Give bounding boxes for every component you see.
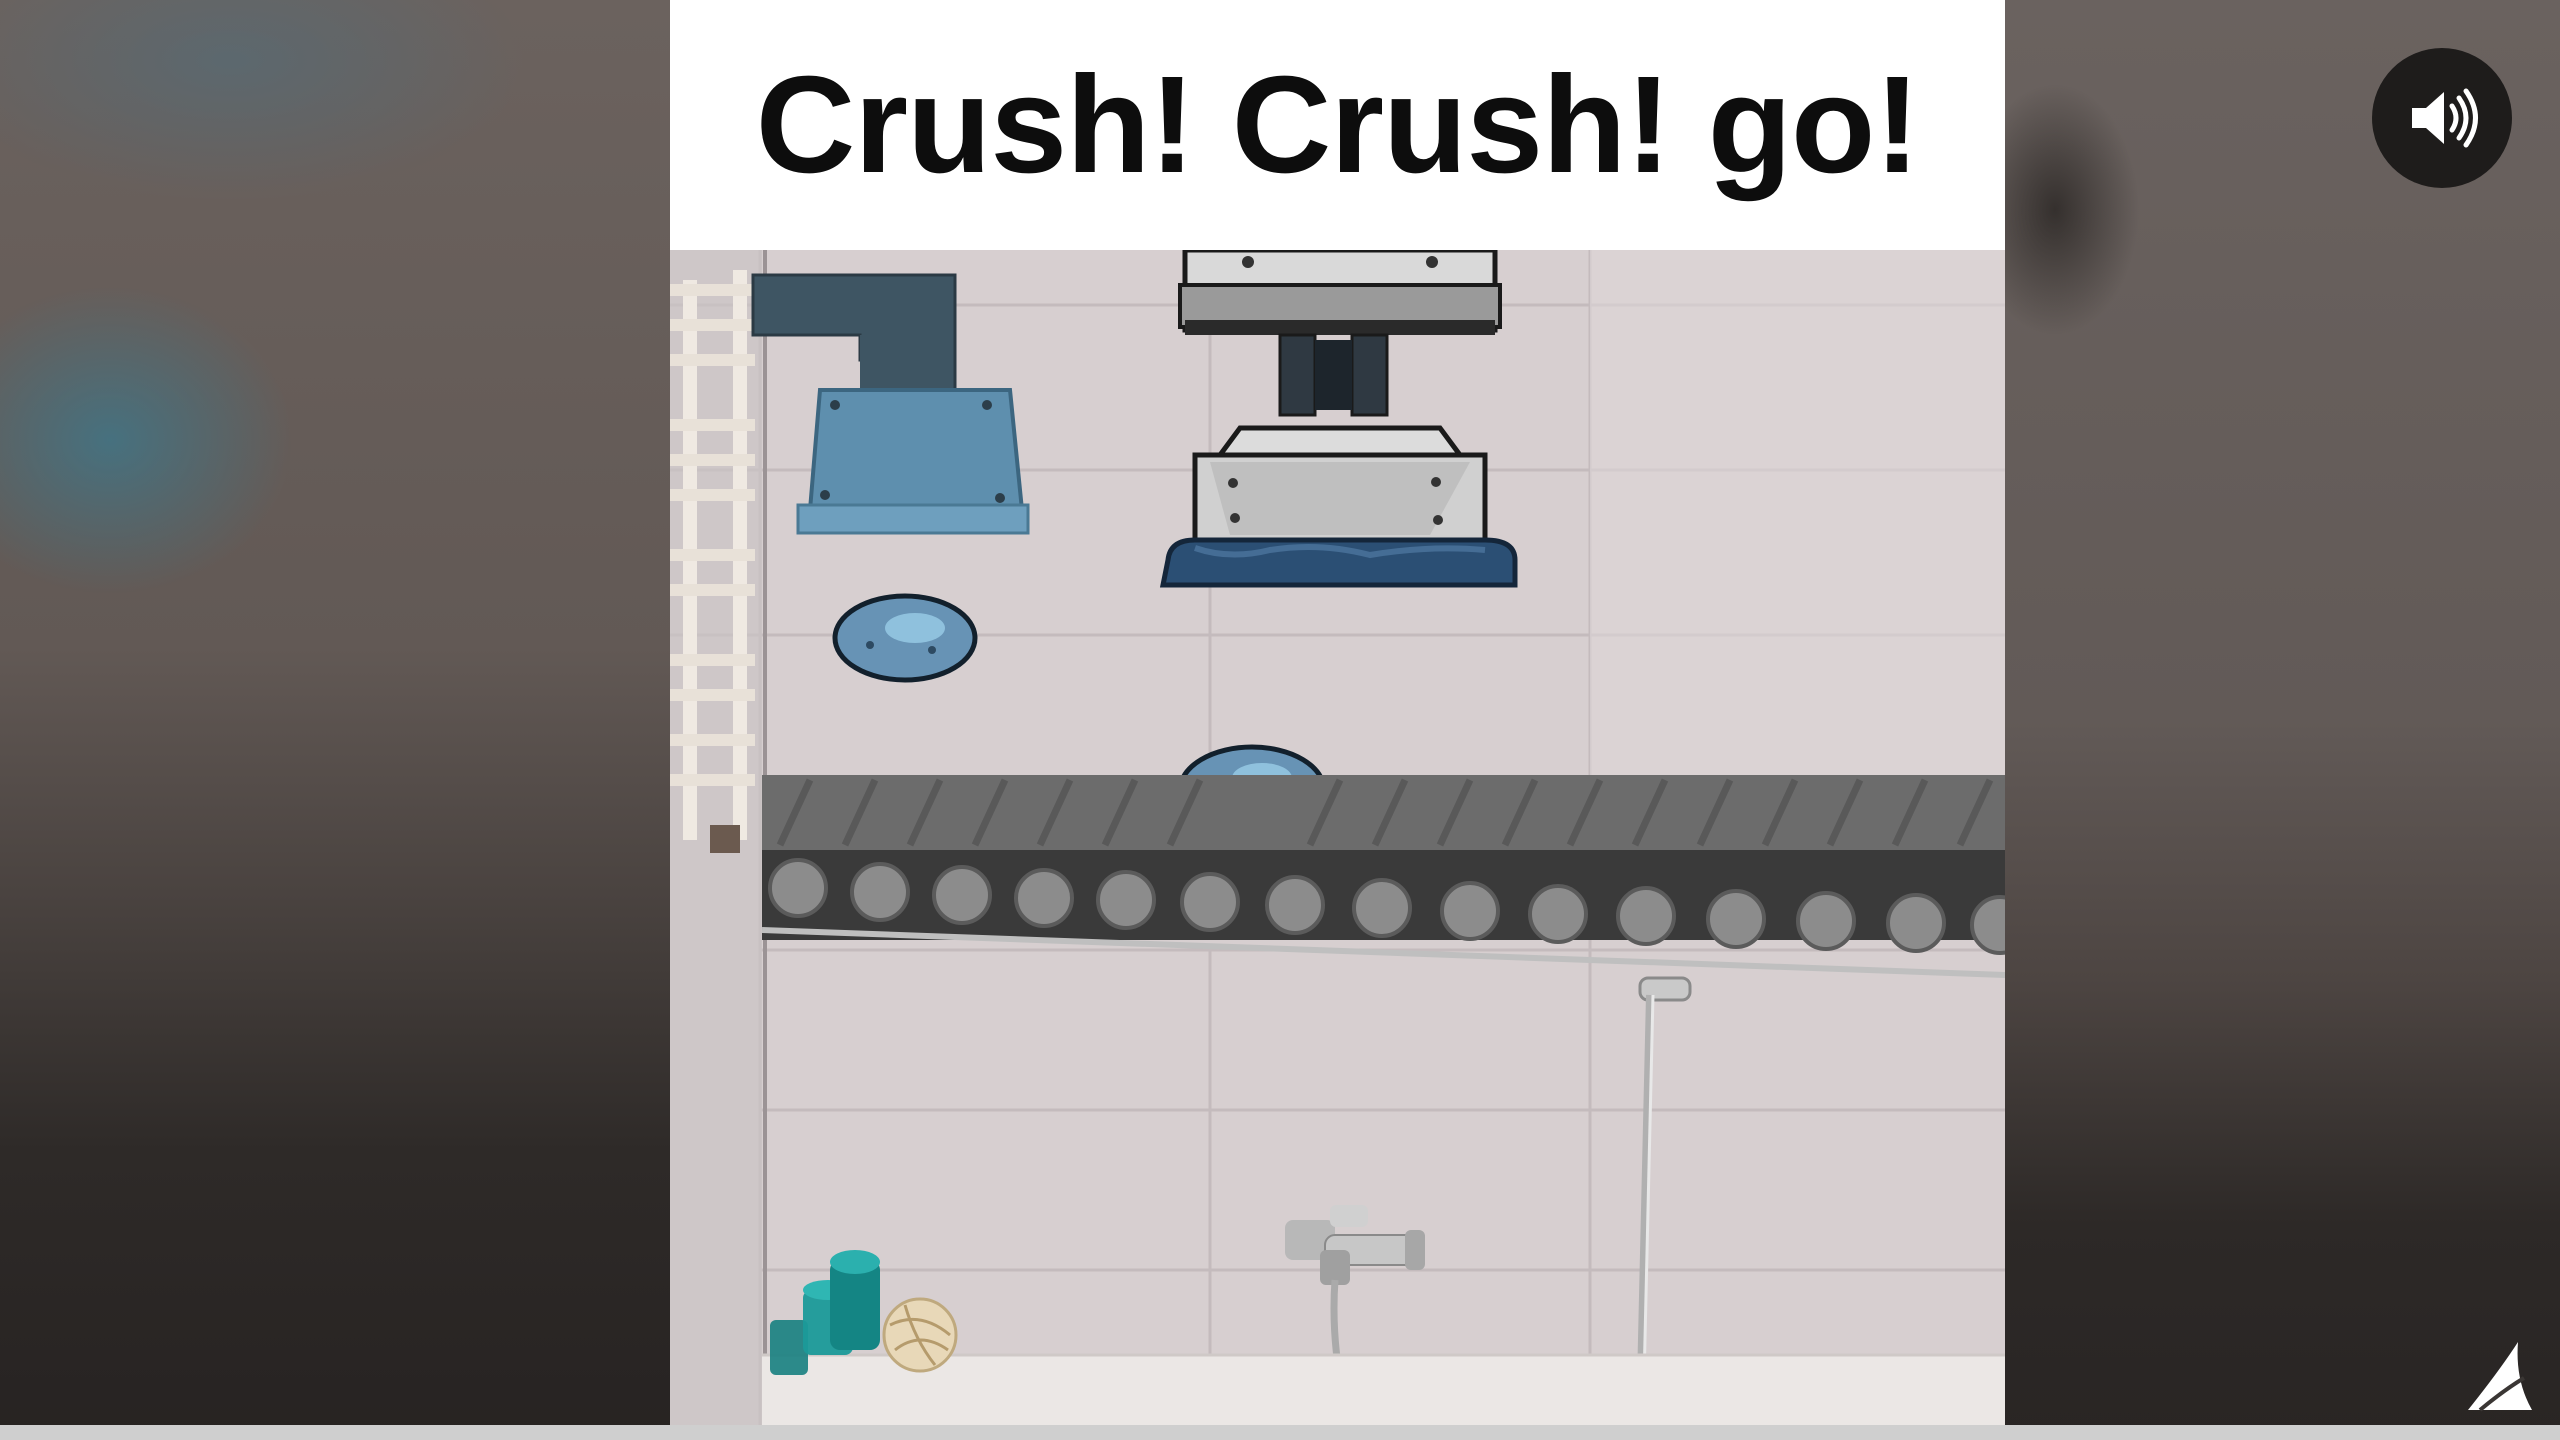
blue-blob <box>832 593 978 683</box>
brand-sail-logo <box>2468 1342 2532 1412</box>
video-frame[interactable]: Crush! Crush! go! <box>670 0 2005 1425</box>
video-player[interactable]: Crush! Crush! go! <box>0 0 2560 1440</box>
blurred-backdrop-right <box>2005 0 2560 1440</box>
speaker-volume-icon <box>2412 88 2478 148</box>
video-progress-bar[interactable] <box>0 1425 2560 1440</box>
video-caption: Crush! Crush! go! <box>755 47 1921 202</box>
mute-toggle-button[interactable] <box>2372 48 2512 188</box>
caption-bar: Crush! Crush! go! <box>670 0 2005 250</box>
rattan-ball <box>882 1297 958 1373</box>
game-scene <box>670 250 2005 1425</box>
